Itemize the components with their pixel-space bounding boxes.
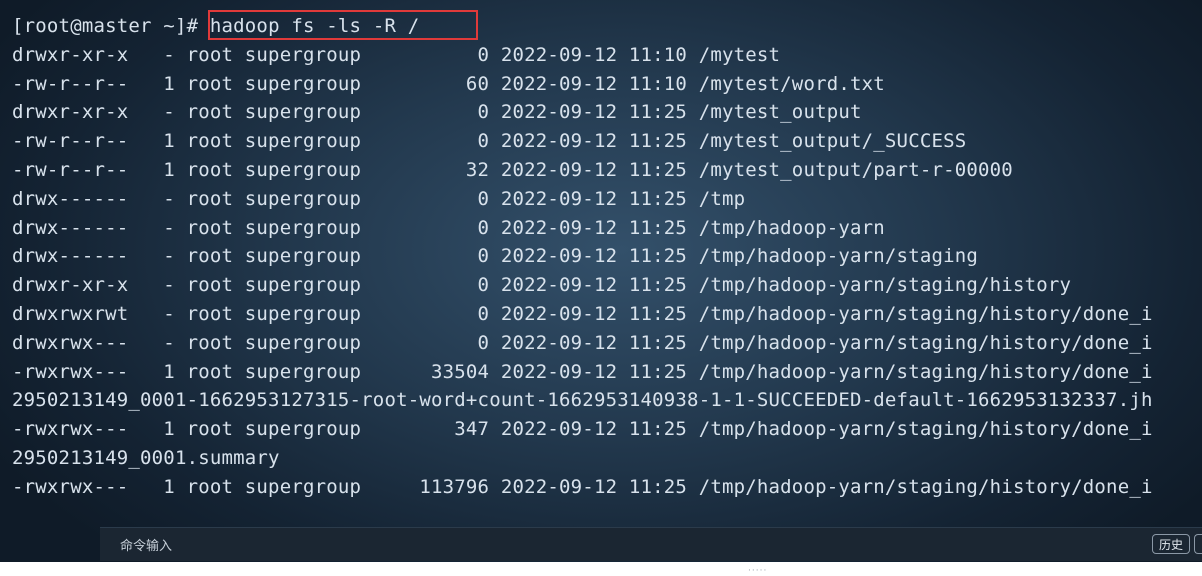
output-line: -rwxrwx--- 1 root supergroup 347 2022-09… [12, 418, 1153, 441]
output-line: 2950213149_0001.summary [12, 446, 280, 469]
output-line: -rw-r--r-- 1 root supergroup 0 2022-09-1… [12, 130, 967, 153]
output-line: -rw-r--r-- 1 root supergroup 32 2022-09-… [12, 158, 1013, 181]
output-line: drwxr-xr-x - root supergroup 0 2022-09-1… [12, 274, 1072, 297]
output-line: 2950213149_0001-1662953127315-root-word+… [12, 389, 1153, 412]
command-text: hadoop fs -ls -R / [209, 15, 420, 37]
output-line: -rwxrwx--- 1 root supergroup 33504 2022-… [12, 360, 1153, 383]
command-input-bar[interactable]: 命令输入 历史 [100, 527, 1202, 561]
overflow-button[interactable] [1194, 534, 1202, 554]
output-line: drwx------ - root supergroup 0 2022-09-1… [12, 216, 885, 239]
prompt-line: [root@master ~]# hadoop fs -ls -R / [12, 10, 1153, 41]
output-line: drwxr-xr-x - root supergroup 0 2022-09-1… [12, 43, 781, 66]
output-line: -rwxrwx--- 1 root supergroup 113796 2022… [12, 475, 1153, 498]
output-line: drwxrwx--- - root supergroup 0 2022-09-1… [12, 331, 1153, 354]
output-line: -rw-r--r-- 1 root supergroup 60 2022-09-… [12, 72, 885, 95]
output-line: drwx------ - root supergroup 0 2022-09-1… [12, 187, 746, 210]
command-input-placeholder[interactable]: 命令输入 [120, 535, 172, 554]
output-line: drwx------ - root supergroup 0 2022-09-1… [12, 245, 979, 268]
history-button[interactable]: 历史 [1151, 534, 1190, 554]
output-line: drwxrwxrwt - root supergroup 0 2022-09-1… [12, 302, 1153, 325]
output-line: drwxr-xr-x - root supergroup 0 2022-09-1… [12, 101, 862, 124]
terminal-output: [root@master ~]# hadoop fs -ls -R / drwxr… [12, 10, 1153, 502]
terminal-window[interactable]: [root@master ~]# hadoop fs -ls -R / drwxr… [0, 0, 1202, 575]
shell-prompt: [root@master ~]# [12, 15, 210, 37]
window-bottom-strip [0, 562, 1202, 575]
